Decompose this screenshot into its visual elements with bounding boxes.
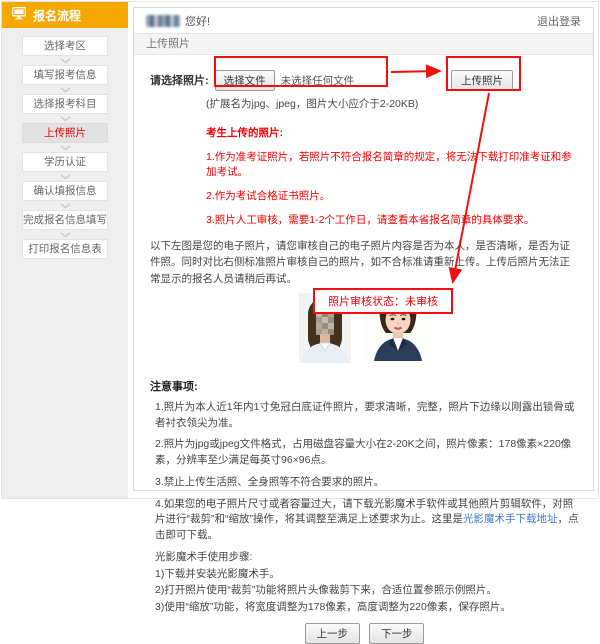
next-step-button[interactable]: 下一步 bbox=[369, 623, 425, 644]
chevron-down-icon bbox=[2, 143, 128, 152]
note-item-4: 4.如果您的电子照片尺寸或者容量过大，请下载光影魔术手软件或其他照片剪辑软件，对… bbox=[150, 497, 579, 544]
sidebar-item-finish-registration[interactable]: 完成报名信息填写 bbox=[22, 210, 108, 230]
sidebar-item-print-form[interactable]: 打印报名信息表 bbox=[22, 239, 108, 259]
tool-steps-title: 光影魔术手使用步骤: bbox=[150, 550, 579, 566]
note-item: 1.照片为本人近1年内1寸免冠白底证件照片，要求清晰，完整，照片下边缘以刚露出锁… bbox=[150, 400, 579, 432]
file-format-hint: (扩展名为jpg、jpeg，图片大小应介于2-20KB) bbox=[206, 96, 579, 111]
sidebar-item-select-subjects[interactable]: 选择报考科目 bbox=[22, 94, 108, 114]
photo-select-label: 请选择照片: bbox=[150, 72, 209, 88]
sidebar-item-fill-exam-info[interactable]: 填写报考信息 bbox=[22, 65, 108, 85]
red-notice-item: 3.照片人工审核，需要1-2个工作日，请查看本省报名简章的具体要求。 bbox=[206, 212, 579, 227]
tool-step: 3)使用“缩放”功能，将宽度调整为178像素，高度调整为220像素，保存照片。 bbox=[150, 600, 579, 616]
note-item: 2.照片为jpg或jpeg文件格式，占用磁盘容量大小在2-20K之间，照片像素：… bbox=[150, 437, 579, 469]
previous-step-button[interactable]: 上一步 bbox=[305, 623, 361, 644]
chevron-down-icon bbox=[2, 114, 128, 123]
red-notice-block: 考生上传的照片: 1.作为准考证照片，若照片不符合报名简章的规定，将无法下载打印… bbox=[206, 125, 579, 227]
monitor-icon bbox=[12, 7, 26, 23]
photo-select-row: 请选择照片: 选择文件 未选择任何文件 上传照片 bbox=[150, 67, 579, 93]
choose-file-button[interactable]: 选择文件 bbox=[215, 70, 275, 91]
chevron-down-icon bbox=[2, 230, 128, 239]
no-file-selected-text: 未选择任何文件 bbox=[281, 73, 355, 88]
sidebar-header: 报名流程 bbox=[2, 2, 128, 28]
sidebar-steps: 选择考区 填写报考信息 选择报考科目 上传照片 学历认证 确认填报信息 完成报名… bbox=[2, 28, 128, 259]
upload-photo-button[interactable]: 上传照片 bbox=[451, 70, 513, 91]
red-notice-title: 考生上传的照片: bbox=[206, 125, 579, 140]
username-redacted bbox=[146, 15, 180, 27]
chevron-down-icon bbox=[2, 85, 128, 94]
chevron-down-icon bbox=[2, 201, 128, 210]
notes-title: 注意事项: bbox=[150, 378, 579, 394]
sidebar-item-select-exam-area[interactable]: 选择考区 bbox=[22, 36, 108, 56]
tool-step: 2)打开照片使用“裁剪”功能将照片头像裁剪下来，合适位置参照示例照片。 bbox=[150, 583, 579, 599]
content: 请选择照片: 选择文件 未选择任何文件 上传照片 (扩展名为jpg、jpeg，图… bbox=[134, 55, 593, 644]
notes-section: 注意事项: 1.照片为本人近1年内1寸免冠白底证件照片，要求清晰，完整，照片下边… bbox=[150, 378, 579, 616]
sidebar: 报名流程 选择考区 填写报考信息 选择报考科目 上传照片 学历认证 确认填报信息… bbox=[2, 2, 128, 498]
greeting-text: 您好! bbox=[185, 13, 210, 29]
sidebar-item-education-verify[interactable]: 学历认证 bbox=[22, 152, 108, 172]
photo-review-intro: 以下左图是您的电子照片，请您审核自己的电子照片内容是否为本人，是否清晰，是否为证… bbox=[150, 238, 579, 287]
note-item: 3.禁止上传生活照、全身照等不符合要求的照片。 bbox=[150, 475, 579, 491]
chevron-down-icon bbox=[2, 56, 128, 65]
chevron-down-icon bbox=[2, 172, 128, 181]
photo-upload-page: { "sidebar": { "title": "报名流程", "steps":… bbox=[0, 0, 600, 500]
main-panel: 您好! 退出登录 上传照片 请选择照片: 选择文件 未选择任何文件 上传照片 (… bbox=[133, 7, 594, 491]
wizard-nav: 上一步 下一步 bbox=[150, 623, 579, 644]
logout-link[interactable]: 退出登录 bbox=[537, 13, 581, 29]
sidebar-item-upload-photo[interactable]: 上传照片 bbox=[22, 123, 108, 143]
download-tool-link[interactable]: 光影魔术手下载地址 bbox=[463, 513, 558, 525]
photo-review-status-badge: 照片审核状态：未审核 bbox=[313, 288, 453, 314]
red-notice-item: 2.作为考试合格证书照片。 bbox=[206, 188, 579, 203]
sidebar-item-confirm-info[interactable]: 确认填报信息 bbox=[22, 181, 108, 201]
greeting-row: 您好! 退出登录 bbox=[134, 8, 593, 33]
sidebar-title: 报名流程 bbox=[33, 7, 81, 24]
tool-step: 1)下载并安装光影魔术手。 bbox=[150, 567, 579, 583]
section-title: 上传照片 bbox=[134, 33, 593, 55]
red-notice-item: 1.作为准考证照片，若照片不符合报名简章的规定，将无法下载打印准考证和参加考试。 bbox=[206, 149, 579, 179]
